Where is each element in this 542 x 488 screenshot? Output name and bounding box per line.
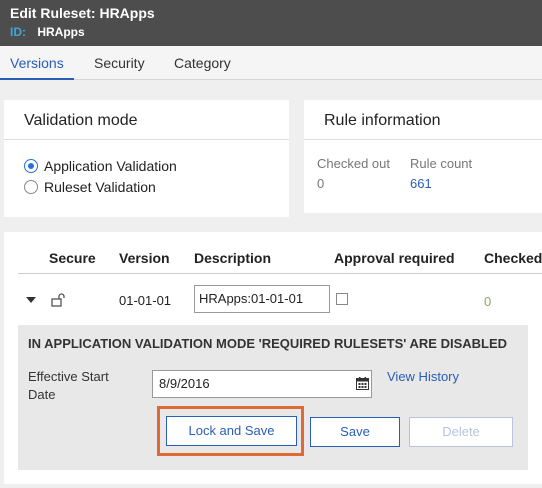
tab-bar: Versions Security Category (0, 46, 542, 80)
validation-notice: IN APPLICATION VALIDATION MODE 'REQUIRED… (28, 336, 508, 351)
calendar-icon[interactable] (356, 377, 369, 390)
id-value: HRApps (37, 25, 85, 39)
rule-count-label: Rule count (410, 156, 473, 171)
expand-caret-icon[interactable] (26, 296, 36, 304)
rule-count-value[interactable]: 661 (410, 176, 432, 191)
col-header-version: Version (119, 250, 170, 266)
delete-button[interactable]: Delete (409, 417, 513, 447)
validation-mode-title: Validation mode (4, 100, 289, 140)
effective-start-date-input[interactable]: 8/9/2016 (152, 370, 372, 398)
checked-cell: 0 (484, 294, 492, 309)
id-label: ID: (10, 25, 26, 39)
tab-category[interactable]: Category (164, 46, 241, 80)
checked-out-label: Checked out (317, 156, 390, 171)
radio-unselected-icon (24, 180, 38, 194)
ruleset-id: ID: HRApps (10, 25, 85, 39)
header-bar: Edit Ruleset: HRApps ID: HRApps (0, 0, 542, 46)
lock-and-save-button[interactable]: Lock and Save (166, 416, 297, 446)
col-header-checked: Checked (484, 250, 542, 266)
approval-required-checkbox[interactable] (336, 293, 348, 305)
page-title: Edit Ruleset: HRApps (10, 5, 155, 21)
validation-mode-card: Validation mode Application Validation R… (4, 100, 289, 217)
version-cell: 01-01-01 (119, 293, 172, 308)
radio-application-validation[interactable]: Application Validation (24, 156, 177, 176)
col-header-description: Description (194, 250, 272, 266)
col-header-approval-required: Approval required (334, 250, 455, 266)
rule-information-card: Rule information Checked out 0 Rule coun… (304, 100, 542, 213)
table-header-divider (18, 273, 542, 274)
radio-label: Application Validation (44, 158, 177, 174)
radio-ruleset-validation[interactable]: Ruleset Validation (24, 177, 156, 197)
unlock-icon (51, 293, 65, 307)
radio-selected-icon (24, 159, 38, 173)
checked-out-value: 0 (317, 176, 325, 191)
save-button[interactable]: Save (310, 417, 400, 447)
col-header-secure: Secure (49, 250, 96, 266)
tab-security[interactable]: Security (84, 46, 155, 80)
tab-versions[interactable]: Versions (0, 46, 74, 80)
view-history-link[interactable]: View History (387, 369, 459, 384)
rule-information-title: Rule information (304, 100, 542, 140)
description-input[interactable]: HRApps:01-01-01 (194, 285, 330, 313)
effective-start-date-label: Effective Start Date (28, 369, 109, 402)
radio-label: Ruleset Validation (44, 179, 156, 195)
